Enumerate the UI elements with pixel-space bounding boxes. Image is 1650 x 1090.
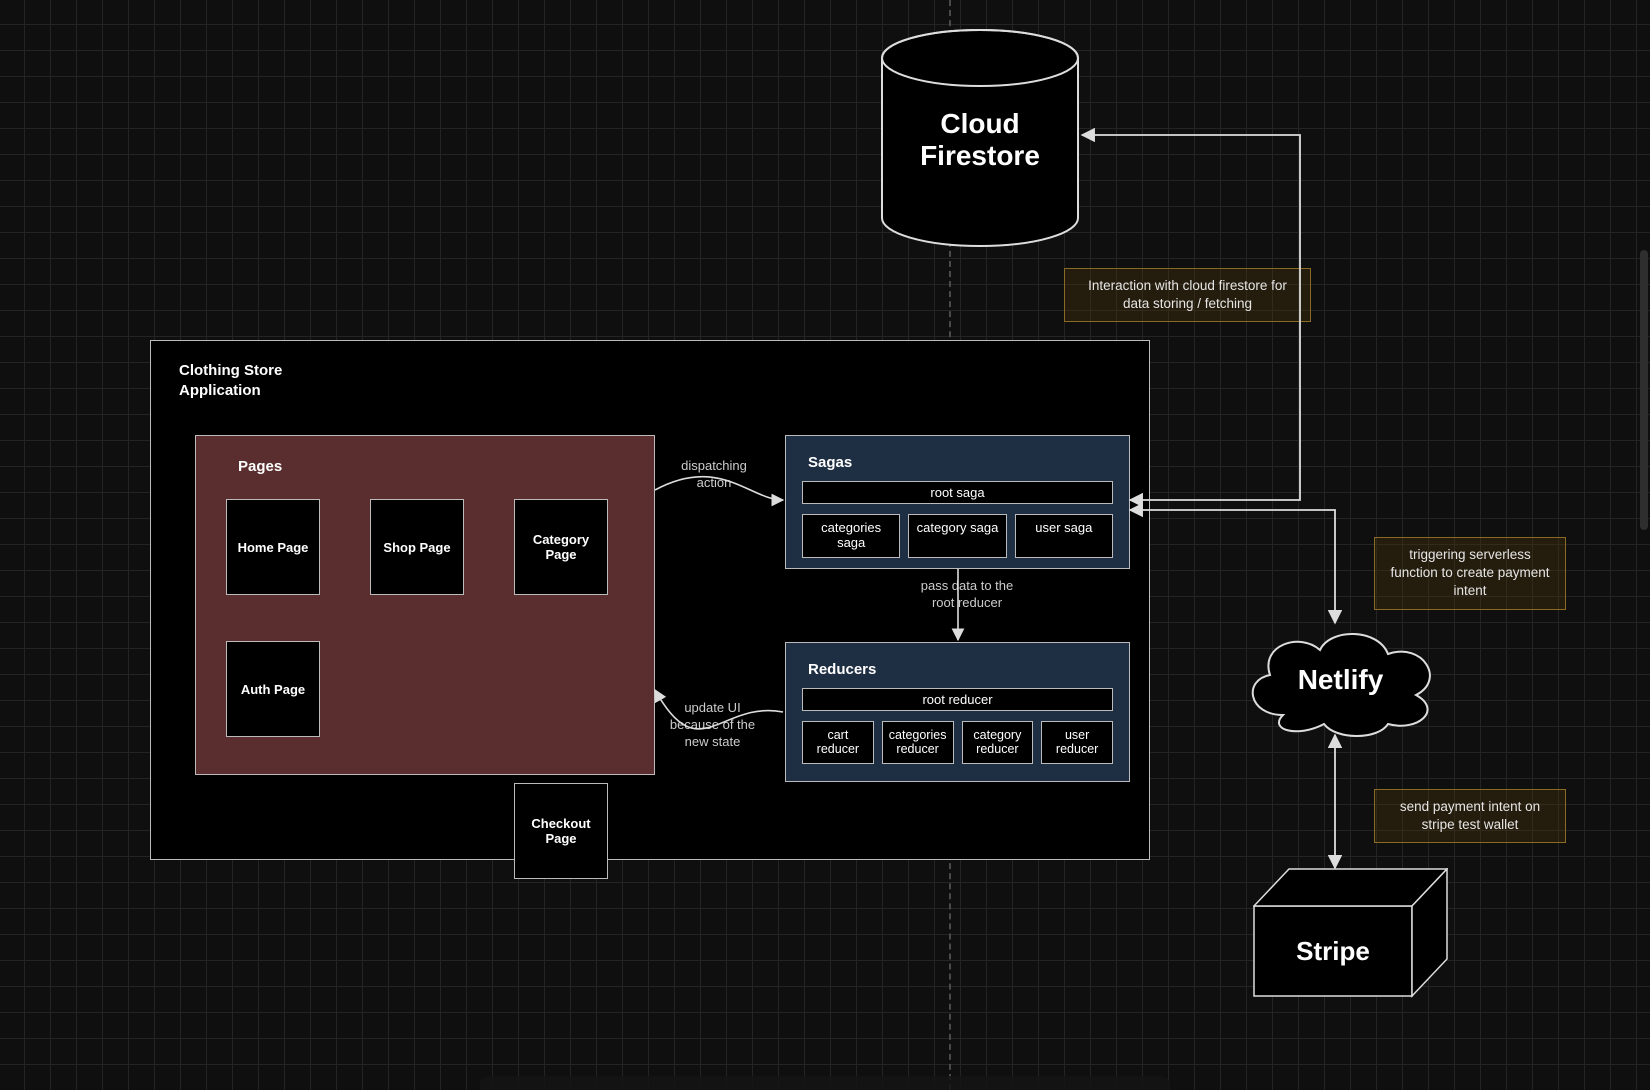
node-stripe[interactable]: Stripe (1253, 868, 1448, 998)
node-cloud-firestore[interactable]: Cloud Firestore (880, 28, 1080, 248)
page-auth[interactable]: Auth Page (226, 641, 320, 737)
node-netlify[interactable]: Netlify (1238, 620, 1443, 740)
page-home[interactable]: Home Page (226, 499, 320, 595)
reducer-cart[interactable]: cartreducer (802, 721, 874, 764)
node-netlify-label: Netlify (1238, 620, 1443, 740)
annotation-send-intent[interactable]: send payment intent on stripe test walle… (1374, 789, 1566, 843)
reducer-categories[interactable]: categoriesreducer (882, 721, 954, 764)
node-cloud-firestore-label: Cloud Firestore (880, 108, 1080, 172)
edge-label-dispatching-action: dispatching action (664, 458, 764, 492)
saga-category[interactable]: category saga (908, 514, 1006, 558)
root-reducer[interactable]: root reducer (802, 688, 1113, 711)
saga-user[interactable]: user saga (1015, 514, 1113, 558)
node-sagas-title: Sagas (808, 454, 1113, 471)
annotation-firestore-interaction[interactable]: Interaction with cloud firestore for dat… (1064, 268, 1311, 322)
reducer-category[interactable]: categoryreducer (962, 721, 1034, 764)
edge-label-pass-data: pass data to the root reducer (912, 578, 1022, 612)
node-stripe-label: Stripe (1253, 906, 1413, 996)
diagram-canvas[interactable]: Cloud Firestore Clothing Store Applicati… (0, 0, 1650, 1090)
saga-categories[interactable]: categories saga (802, 514, 900, 558)
node-pages-title: Pages (238, 458, 630, 475)
annotation-trigger-serverless[interactable]: triggering serverless function to create… (1374, 537, 1566, 610)
node-reducers[interactable]: Reducers root reducer cartreducer catego… (785, 642, 1130, 782)
page-checkout[interactable]: Checkout Page (514, 783, 608, 879)
node-pages[interactable]: Pages Home Page Shop Page Category Page … (195, 435, 655, 775)
node-reducers-title: Reducers (808, 661, 1113, 678)
root-saga[interactable]: root saga (802, 481, 1113, 504)
page-shop[interactable]: Shop Page (370, 499, 464, 595)
scrollbar-vertical[interactable] (1640, 250, 1648, 530)
bottom-toolbar[interactable] (480, 1076, 1170, 1090)
node-app-title: Clothing Store Application (151, 341, 1149, 402)
node-sagas[interactable]: Sagas root saga categories saga category… (785, 435, 1130, 569)
edge-label-update-ui: update UI because of the new state (660, 700, 765, 751)
reducer-user[interactable]: userreducer (1041, 721, 1113, 764)
page-category[interactable]: Category Page (514, 499, 608, 595)
